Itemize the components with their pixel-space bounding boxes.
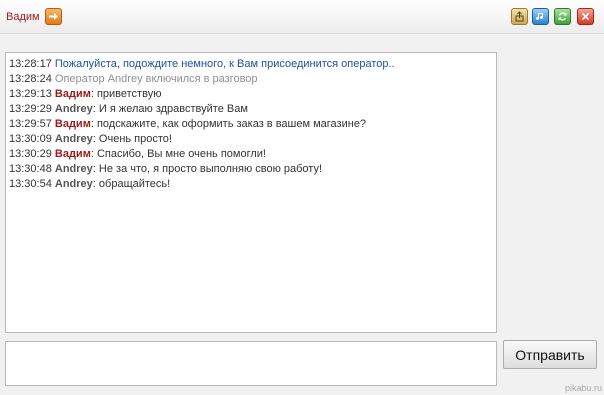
chat-line: 13:30:09 Andrey: Очень просто! — [9, 132, 493, 147]
chat-log[interactable]: 13:28:17 Пожалуйста, подождите немного, … — [5, 52, 497, 333]
message-author: Вадим — [54, 118, 91, 130]
chat-line: 13:30:29 Вадим: Спасибо, Вы мне очень по… — [9, 147, 493, 162]
refresh-icon — [558, 12, 567, 21]
chat-line: 13:29:13 Вадим: приветствую — [9, 87, 493, 102]
save-button[interactable] — [511, 8, 528, 25]
chat-line: 13:28:24 Оператор Andrey включился в раз… — [9, 72, 493, 87]
send-button[interactable]: Отправить — [503, 340, 597, 369]
user-name: Вадим — [6, 11, 40, 23]
message-text: : Спасибо, Вы мне очень помогли! — [90, 148, 266, 160]
message-text: : подскажите, как оформить заказ в вашем… — [90, 118, 367, 130]
timestamp: 13:30:29 — [9, 148, 52, 160]
message-author: Вадим — [54, 148, 91, 160]
message-text: : Очень просто! — [92, 133, 172, 145]
timestamp: 13:30:09 — [9, 133, 52, 145]
timestamp: 13:29:57 — [9, 118, 52, 130]
message-author: Andrey — [54, 178, 93, 190]
timestamp: 13:30:48 — [9, 163, 52, 175]
chat-line: 13:30:54 Andrey: обращайтесь! — [9, 177, 493, 192]
message-text: Оператор Andrey включился в разговор — [54, 73, 258, 85]
sound-button[interactable] — [532, 8, 549, 25]
chat-line: 13:30:48 Andrey: Не за что, я просто вып… — [9, 162, 493, 177]
timestamp: 13:29:29 — [9, 103, 52, 115]
message-author: Andrey — [54, 133, 93, 145]
user-action-button[interactable] — [45, 8, 62, 25]
timestamp: 13:28:17 — [9, 58, 52, 70]
timestamp: 13:30:54 — [9, 178, 52, 190]
close-button[interactable] — [577, 8, 594, 25]
refresh-button[interactable] — [554, 8, 571, 25]
message-author: Вадим — [54, 88, 91, 100]
message-text: : приветствую — [90, 88, 162, 100]
chat-line: 13:29:57 Вадим: подскажите, как оформить… — [9, 117, 493, 132]
sound-icon — [536, 13, 544, 21]
message-text: : Не за что, я просто выполняю свою рабо… — [92, 163, 323, 175]
chat-line: 13:28:17 Пожалуйста, подождите немного, … — [9, 57, 493, 72]
timestamp: 13:29:13 — [9, 88, 52, 100]
timestamp: 13:28:24 — [9, 73, 52, 85]
save-icon — [515, 11, 524, 22]
message-author: Andrey — [54, 163, 93, 175]
arrow-right-icon — [49, 13, 58, 20]
chat-header: Вадим — [0, 0, 604, 34]
watermark: pikabu.ru — [564, 383, 602, 393]
message-input[interactable] — [5, 341, 497, 386]
message-text: : И я желаю здравствуйте Вам — [92, 103, 248, 115]
message-text: Пожалуйста, подождите немного, к Вам при… — [54, 58, 395, 70]
chat-line: 13:29:29 Andrey: И я желаю здравствуйте … — [9, 102, 493, 117]
message-text: : обращайтесь! — [92, 178, 171, 190]
close-icon — [581, 12, 590, 21]
message-author: Andrey — [54, 103, 93, 115]
